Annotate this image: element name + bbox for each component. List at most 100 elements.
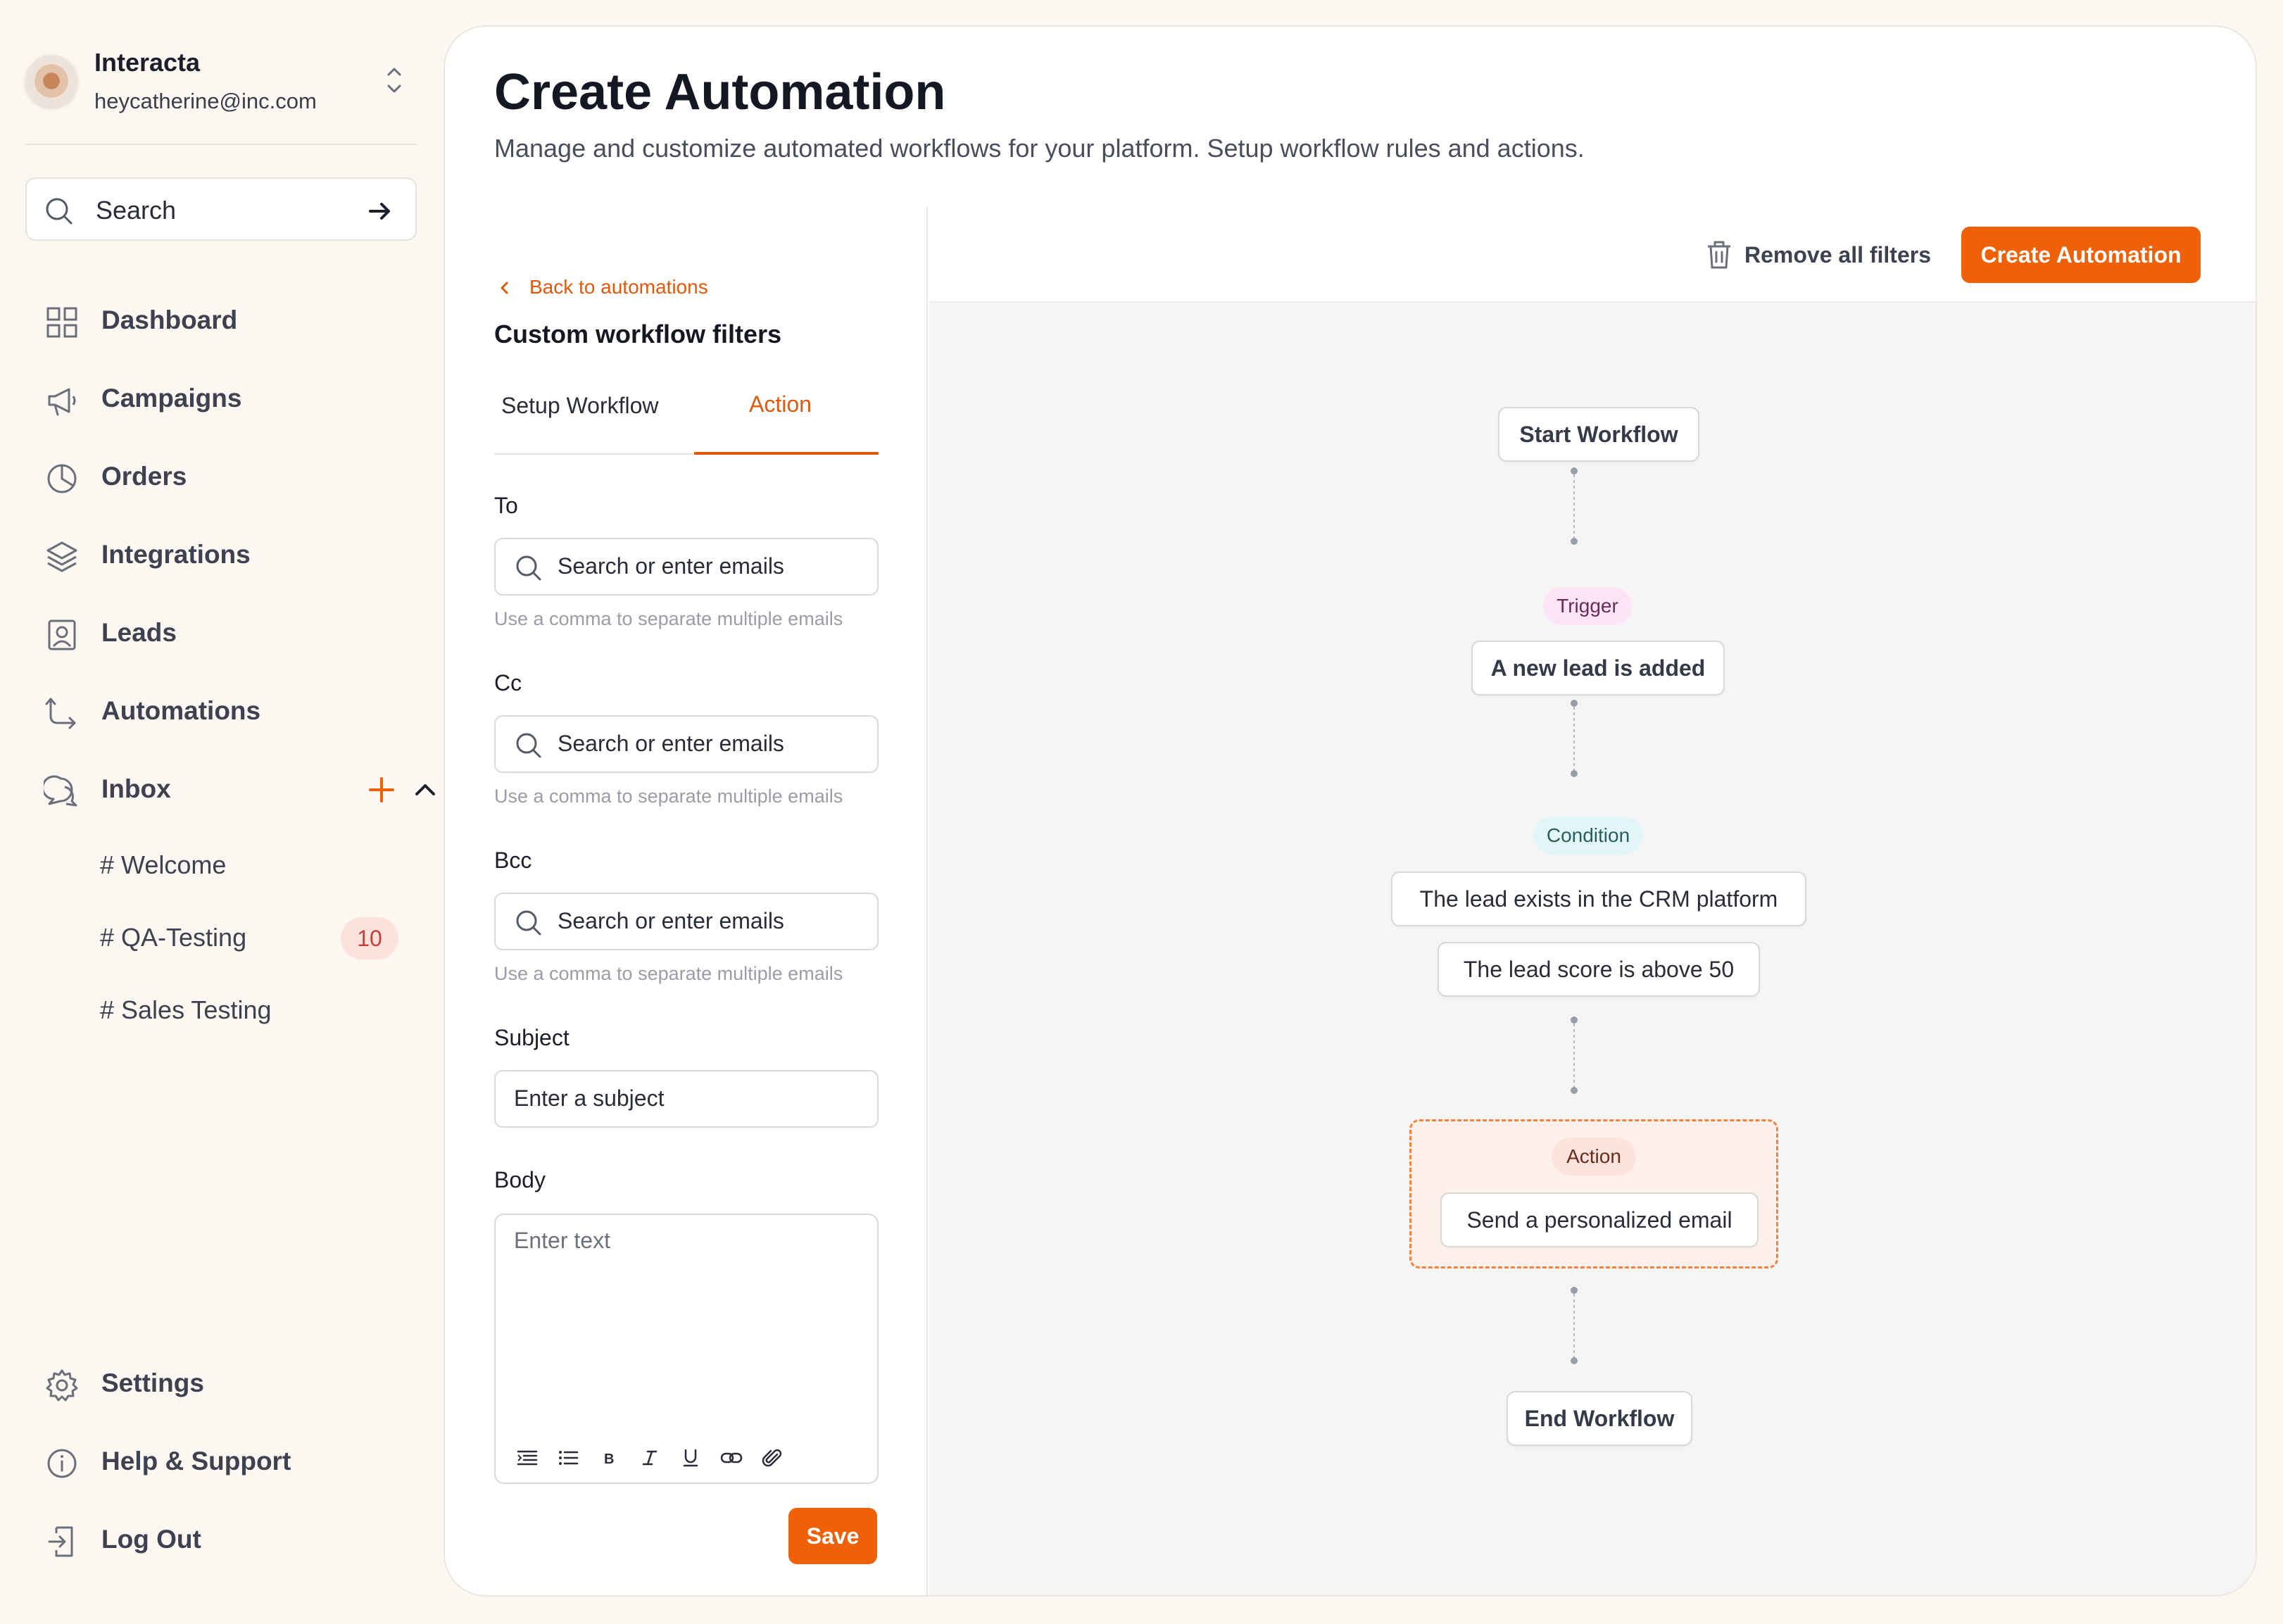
account-email: heycatherine@inc.com — [94, 89, 317, 113]
info-icon — [47, 1449, 77, 1478]
canvas-header: Remove all filters Create Automation — [929, 207, 2256, 303]
condition-pill: Condition — [1533, 817, 1643, 855]
input-placeholder: Enter text — [514, 1228, 610, 1253]
plus-icon[interactable] — [366, 774, 397, 805]
contact-icon — [48, 619, 76, 650]
channel-label: # QA-Testing — [100, 923, 247, 952]
channel-label: # Sales Testing — [100, 995, 272, 1024]
bold-icon[interactable]: B — [597, 1446, 621, 1470]
condition-node-score[interactable]: The lead score is above 50 — [1438, 942, 1760, 997]
account-switcher[interactable]: Interacta heycatherine@inc.com — [25, 44, 417, 122]
panel-title: Custom workflow filters — [494, 320, 782, 348]
nav-integrations[interactable]: Integrations — [44, 530, 410, 579]
page-subtitle: Manage and customize automated workflows… — [494, 134, 1585, 163]
bcc-hint: Use a comma to separate multiple emails — [494, 963, 843, 984]
nav-label: Inbox — [101, 774, 171, 803]
channel-sales-testing[interactable]: # Sales Testing — [100, 990, 410, 1032]
bcc-label: Bcc — [494, 848, 532, 873]
channel-qa-testing[interactable]: # QA-Testing 10 — [100, 917, 410, 959]
nav-label: Campaigns — [101, 384, 242, 413]
tab-setup-workflow[interactable]: Setup Workflow — [501, 393, 659, 453]
flow-connector — [1571, 1287, 1578, 1364]
search-label: Search — [96, 196, 177, 225]
svg-text:B: B — [604, 1452, 614, 1467]
remove-all-filters-button[interactable]: Remove all filters — [1704, 238, 1943, 273]
subject-label: Subject — [494, 1025, 570, 1050]
channel-welcome[interactable]: # Welcome — [100, 845, 410, 887]
nav-orders[interactable]: Orders — [44, 452, 410, 501]
nav-settings[interactable]: Settings — [44, 1359, 410, 1408]
paperclip-icon[interactable] — [760, 1446, 784, 1470]
form-tabs: Setup Workflow Action — [494, 374, 879, 455]
cc-email-input[interactable]: Search or enter emails — [494, 715, 879, 773]
chevron-up-down-icon[interactable] — [380, 61, 408, 100]
subject-input[interactable]: Enter a subject — [494, 1070, 879, 1128]
condition-node-crm[interactable]: The lead exists in the CRM platform — [1391, 871, 1806, 926]
input-placeholder: Search or enter emails — [558, 908, 784, 933]
nav-label: Log Out — [101, 1525, 201, 1554]
bullet-list-icon[interactable] — [556, 1446, 580, 1470]
workflow-canvas: Remove all filters Create Automation Sta… — [929, 207, 2256, 1595]
workflow-form-panel: Back to automations Custom workflow filt… — [445, 207, 928, 1595]
nav-help-support[interactable]: Help & Support — [44, 1437, 410, 1486]
nav-campaigns[interactable]: Campaigns — [44, 374, 410, 423]
chat-icon — [44, 775, 77, 807]
nav-label: Dashboard — [101, 306, 238, 334]
cc-hint: Use a comma to separate multiple emails — [494, 786, 843, 807]
to-email-input[interactable]: Search or enter emails — [494, 538, 879, 596]
italic-icon[interactable] — [638, 1446, 662, 1470]
sidebar-divider — [25, 144, 417, 145]
nav-label: Leads — [101, 618, 177, 647]
search-icon — [516, 733, 541, 758]
link-icon[interactable] — [719, 1446, 743, 1470]
gear-icon — [46, 1369, 78, 1402]
nav-label: Automations — [101, 696, 261, 725]
layers-icon — [46, 541, 77, 572]
body-textarea[interactable]: Enter text B — [494, 1214, 879, 1484]
megaphone-icon — [48, 388, 76, 416]
save-button[interactable]: Save — [788, 1508, 877, 1564]
create-automation-button[interactable]: Create Automation — [1961, 227, 2201, 283]
trigger-node[interactable]: A new lead is added — [1471, 641, 1725, 695]
body-label: Body — [494, 1167, 546, 1192]
underline-icon[interactable] — [679, 1446, 703, 1470]
start-workflow-node[interactable]: Start Workflow — [1498, 407, 1699, 462]
action-pill: Action — [1552, 1138, 1636, 1176]
trigger-pill: Trigger — [1543, 587, 1632, 625]
nav-automations[interactable]: Automations — [44, 686, 410, 736]
search-icon — [516, 910, 541, 936]
page-title: Create Automation — [494, 64, 946, 120]
nav-label: Integrations — [101, 540, 251, 569]
nav-inbox[interactable]: Inbox — [44, 764, 435, 814]
main-card: Create Automation Manage and customize a… — [444, 25, 2257, 1597]
sidebar-search[interactable]: Search — [25, 177, 417, 241]
channel-label: # Welcome — [100, 850, 227, 879]
arrow-right-icon[interactable] — [366, 197, 394, 225]
indent-icon[interactable] — [515, 1446, 539, 1470]
cc-label: Cc — [494, 670, 522, 695]
to-hint: Use a comma to separate multiple emails — [494, 608, 843, 629]
nav-leads[interactable]: Leads — [44, 608, 410, 657]
nav-log-out[interactable]: Log Out — [44, 1515, 410, 1564]
grid-icon — [46, 307, 77, 338]
input-placeholder: Search or enter emails — [558, 731, 784, 756]
account-name: Interacta — [94, 48, 201, 77]
chevron-up-icon[interactable] — [411, 777, 439, 802]
logout-icon — [48, 1526, 73, 1557]
unread-badge: 10 — [341, 917, 398, 959]
avatar — [25, 55, 77, 107]
pie-chart-icon — [47, 464, 77, 493]
nav-dashboard[interactable]: Dashboard — [44, 296, 410, 345]
bcc-email-input[interactable]: Search or enter emails — [494, 893, 879, 950]
input-placeholder: Search or enter emails — [558, 553, 784, 579]
action-node[interactable]: Send a personalized email — [1440, 1192, 1759, 1247]
end-workflow-node[interactable]: End Workflow — [1507, 1391, 1692, 1446]
sidebar: Interacta heycatherine@inc.com Search Da… — [0, 0, 444, 1624]
remove-filters-label: Remove all filters — [1744, 242, 1931, 267]
nav-label: Settings — [101, 1368, 204, 1397]
route-icon — [45, 698, 76, 729]
search-icon — [516, 555, 541, 581]
tab-action[interactable]: Action — [694, 391, 879, 455]
back-link-label: Back to automations — [529, 276, 708, 298]
nav-label: Orders — [101, 462, 187, 491]
